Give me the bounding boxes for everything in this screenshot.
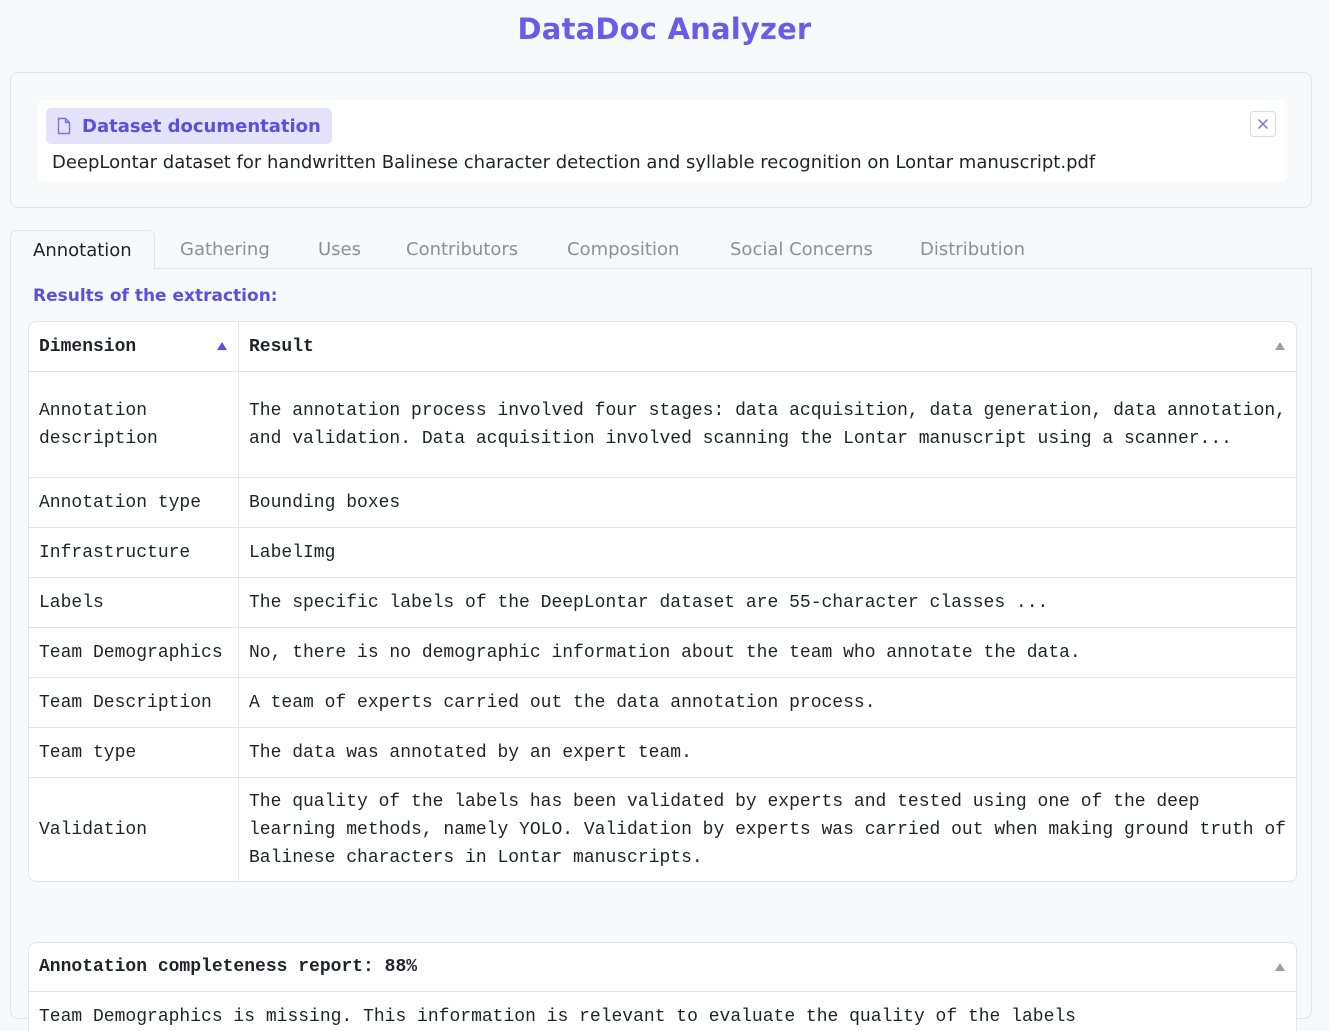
dimension-cell: Infrastructure <box>29 528 239 577</box>
file-upload-panel: Dataset documentation DeepLontar dataset… <box>10 72 1312 208</box>
collapse-icon[interactable] <box>1274 962 1286 972</box>
report-header[interactable]: Annotation completeness report: 88% <box>29 943 1296 992</box>
column-header-dimension[interactable]: Dimension <box>29 322 239 371</box>
remove-file-button[interactable] <box>1250 111 1276 137</box>
result-cell: The annotation process involved four sta… <box>249 400 1286 449</box>
dimension-cell: Team Demographics <box>29 628 239 677</box>
sort-ascending-icon[interactable] <box>216 341 228 351</box>
tab-distribution[interactable]: Distribution <box>898 230 1047 269</box>
result-cell: The data was annotated by an expert team… <box>249 742 692 763</box>
table-row: Infrastructure LabelImg <box>29 527 1296 577</box>
app-title: DataDoc Analyzer <box>517 12 812 46</box>
uploaded-file-card: Dataset documentation DeepLontar dataset… <box>38 100 1287 182</box>
dimension-cell: Team Description <box>29 678 239 727</box>
result-cell: No, there is no demographic information … <box>249 642 1081 663</box>
report-title: Annotation completeness report: 88% <box>39 957 418 977</box>
file-badge: Dataset documentation <box>46 108 332 144</box>
table-row: Annotation description The annotation pr… <box>29 372 1296 477</box>
tab-gathering[interactable]: Gathering <box>158 230 292 269</box>
dimension-cell: Labels <box>29 578 239 627</box>
tab-bar: Annotation Gathering Uses Contributors C… <box>10 230 1312 270</box>
completeness-report: Annotation completeness report: 88% Team… <box>28 942 1297 1031</box>
column-header-result[interactable]: Result <box>239 322 1296 371</box>
close-icon <box>1258 119 1268 129</box>
tab-annotation[interactable]: Annotation <box>10 230 155 270</box>
dimension-cell: Annotation type <box>29 478 239 527</box>
dimension-cell: Annotation description <box>29 372 239 477</box>
table-header-row: Dimension Result <box>29 322 1296 372</box>
table-row: Labels The specific labels of the DeepLo… <box>29 577 1296 627</box>
file-badge-label: Dataset documentation <box>82 115 321 137</box>
dimension-cell: Validation <box>29 778 239 881</box>
results-table: Dimension Result Annotation description … <box>28 321 1297 882</box>
result-cell: The quality of the labels has been valid… <box>249 791 1286 868</box>
table-row: Annotation type Bounding boxes <box>29 477 1296 527</box>
table-row: Team type The data was annotated by an e… <box>29 727 1296 777</box>
results-label: Results of the extraction: <box>33 286 278 306</box>
sort-icon[interactable] <box>1274 341 1286 351</box>
tab-composition[interactable]: Composition <box>545 230 701 269</box>
file-name: DeepLontar dataset for handwritten Balin… <box>52 152 1096 173</box>
report-body: Team Demographics is missing. This infor… <box>39 1007 1076 1027</box>
table-row: Team Demographics No, there is no demogr… <box>29 627 1296 677</box>
tabs-container: Annotation Gathering Uses Contributors C… <box>10 230 1312 1031</box>
tab-contributors[interactable]: Contributors <box>384 230 540 269</box>
file-icon <box>57 117 71 135</box>
tab-social-concerns[interactable]: Social Concerns <box>708 230 895 269</box>
result-cell: The specific labels of the DeepLontar da… <box>249 592 1049 613</box>
result-cell: Bounding boxes <box>249 492 401 513</box>
dimension-cell: Team type <box>29 728 239 777</box>
result-cell: LabelImg <box>249 542 336 563</box>
tab-uses[interactable]: Uses <box>296 230 383 269</box>
annotation-tab-panel: Results of the extraction: Dimension Res… <box>10 268 1312 1031</box>
result-cell: A team of experts carried out the data a… <box>249 692 876 713</box>
table-row: Team Description A team of experts carri… <box>29 677 1296 727</box>
table-row: Validation The quality of the labels has… <box>29 777 1296 881</box>
